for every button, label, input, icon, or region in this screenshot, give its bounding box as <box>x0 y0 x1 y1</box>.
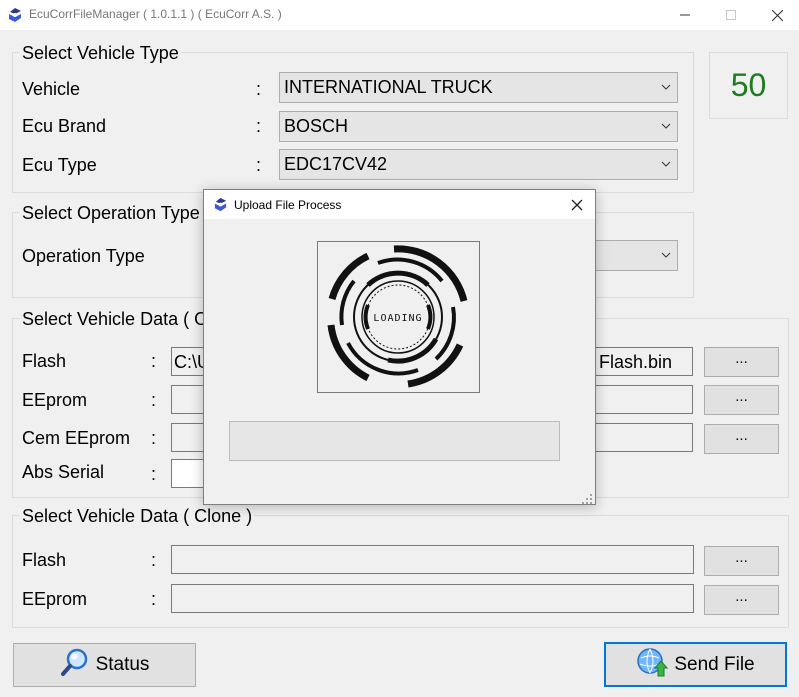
title-bar: EcuCorrFileManager ( 1.0.1.1 ) ( EcuCorr… <box>0 0 799 30</box>
cem-eeprom-colon: : <box>151 428 157 448</box>
dialog-title-bar: Upload File Process <box>204 190 595 219</box>
operation-type-label: Operation Type <box>22 246 145 266</box>
minimize-button[interactable] <box>662 0 708 30</box>
app-logo-icon <box>213 197 228 212</box>
clone-eeprom-path-input[interactable] <box>171 584 694 613</box>
flash-label: Flash <box>22 351 67 371</box>
upload-progress-bar <box>229 421 560 461</box>
vehicle-colon: : <box>256 79 262 99</box>
ecu-type-select-value: EDC17CV42 <box>284 154 388 174</box>
vehicle-select[interactable]: INTERNATIONAL TRUCK <box>279 72 678 103</box>
clone-flash-browse-button[interactable]: ... <box>704 546 779 576</box>
loading-text: LOADING <box>373 313 422 324</box>
ecu-brand-select[interactable]: BOSCH <box>279 111 678 142</box>
vehicle-type-group-title: Select Vehicle Type <box>20 43 181 64</box>
clone-eeprom-label: EEprom <box>22 589 88 609</box>
maximize-button[interactable] <box>708 0 754 30</box>
ecu-brand-label: Ecu Brand <box>22 116 107 136</box>
ecu-brand-colon: : <box>256 116 262 136</box>
clone-eeprom-colon: : <box>151 589 157 609</box>
eeprom-browse-button[interactable]: ... <box>704 385 779 415</box>
clone-flash-path-input[interactable] <box>171 545 694 574</box>
ecu-type-label: Ecu Type <box>22 155 97 175</box>
vehicle-data-clone-group-title: Select Vehicle Data ( Clone ) <box>20 506 255 527</box>
chevron-down-icon <box>661 161 671 167</box>
flash-browse-button[interactable]: ... <box>704 347 779 377</box>
clone-eeprom-browse-button[interactable]: ... <box>704 585 779 615</box>
ecu-brand-select-value: BOSCH <box>284 116 349 136</box>
eeprom-label: EEprom <box>22 390 88 410</box>
globe-upload-icon <box>636 646 669 684</box>
chevron-down-icon <box>661 84 671 90</box>
dialog-title: Upload File Process <box>234 198 342 212</box>
window-title: EcuCorrFileManager ( 1.0.1.1 ) ( EcuCorr… <box>29 7 282 21</box>
flash-colon: : <box>151 351 157 371</box>
operation-type-group-title: Select Operation Type <box>20 203 202 224</box>
flash-path-end: Flash.bin <box>598 352 672 372</box>
status-button-label: Status <box>95 654 150 675</box>
clone-flash-colon: : <box>151 550 157 570</box>
upload-dialog: Upload File Process LOADING <box>203 189 596 505</box>
ecu-type-colon: : <box>256 155 262 175</box>
ecu-type-select[interactable]: EDC17CV42 <box>279 149 678 180</box>
resize-grip-icon[interactable] <box>582 491 592 504</box>
vehicle-select-value: INTERNATIONAL TRUCK <box>284 77 493 97</box>
abs-serial-label: Abs Serial <box>22 462 105 482</box>
abs-serial-colon: : <box>151 464 157 484</box>
dialog-close-button[interactable] <box>565 193 589 217</box>
magnifier-icon <box>60 647 90 683</box>
loading-animation: LOADING <box>317 241 480 393</box>
chevron-down-icon <box>661 123 671 129</box>
clone-flash-label: Flash <box>22 550 67 570</box>
vehicle-label: Vehicle <box>22 79 81 99</box>
send-file-button[interactable]: Send File <box>604 642 787 687</box>
app-logo-icon <box>7 7 23 23</box>
cem-eeprom-label: Cem EEprom <box>22 428 131 448</box>
send-file-button-label: Send File <box>674 653 755 675</box>
status-button[interactable]: Status <box>13 643 196 687</box>
cem-eeprom-browse-button[interactable]: ... <box>704 424 779 454</box>
close-button[interactable] <box>754 0 799 30</box>
eeprom-colon: : <box>151 390 157 410</box>
chevron-down-icon <box>661 252 671 258</box>
counter-display: 50 <box>709 52 788 119</box>
